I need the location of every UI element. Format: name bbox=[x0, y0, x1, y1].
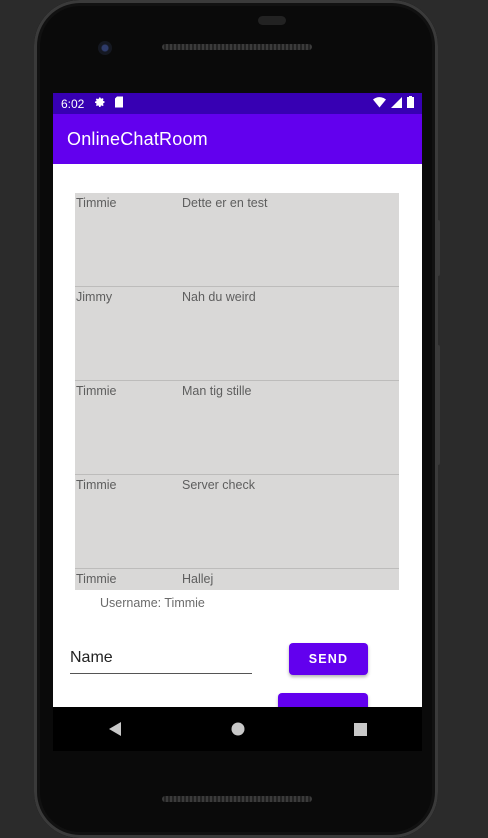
signal-icon bbox=[391, 96, 402, 111]
app-title: OnlineChatRoom bbox=[67, 128, 208, 149]
chat-row: Jimmy Nah du weird bbox=[75, 287, 399, 381]
refresh-button[interactable]: REFRESH bbox=[278, 693, 368, 707]
chat-row: Timmie Hallej bbox=[75, 569, 399, 590]
chat-row: Timmie Server check bbox=[75, 475, 399, 569]
wifi-icon bbox=[373, 96, 386, 111]
chat-message-list[interactable]: Timmie Dette er en test Jimmy Nah du wei… bbox=[75, 193, 399, 590]
chat-row-user: Timmie bbox=[76, 196, 117, 210]
chat-row-user: Timmie bbox=[76, 478, 117, 492]
power-button bbox=[436, 220, 440, 276]
name-input[interactable] bbox=[70, 645, 252, 674]
chat-row-message: Man tig stille bbox=[182, 384, 252, 398]
chat-row-message: Hallej bbox=[182, 572, 214, 586]
device-screen: 6:02 OnlineChatRoom Timmie Dette er en t… bbox=[53, 93, 422, 707]
send-button[interactable]: SEND bbox=[289, 643, 368, 675]
recents-icon[interactable] bbox=[341, 709, 381, 749]
home-icon[interactable] bbox=[218, 709, 258, 749]
username-label: Username: Timmie bbox=[100, 596, 205, 610]
status-time: 6:02 bbox=[61, 96, 85, 111]
chat-row: Timmie Dette er en test bbox=[75, 193, 399, 287]
back-icon[interactable] bbox=[95, 709, 135, 749]
navigation-bar bbox=[53, 707, 422, 751]
chat-row-message: Server check bbox=[182, 478, 255, 492]
volume-button bbox=[436, 345, 440, 465]
front-camera-icon bbox=[98, 41, 112, 55]
chat-row-message: Dette er en test bbox=[182, 196, 268, 210]
gear-icon bbox=[94, 96, 106, 111]
chat-row-user: Jimmy bbox=[76, 290, 113, 304]
chat-row-user: Timmie bbox=[76, 384, 117, 398]
status-bar: 6:02 bbox=[53, 93, 422, 114]
chat-row: Timmie Man tig stille bbox=[75, 381, 399, 475]
earpiece bbox=[258, 16, 286, 25]
top-speaker-grille bbox=[162, 44, 312, 50]
app-bar: OnlineChatRoom bbox=[53, 114, 422, 164]
battery-icon bbox=[407, 96, 414, 111]
chat-row-message: Nah du weird bbox=[182, 290, 256, 304]
sd-card-icon bbox=[114, 96, 124, 111]
chat-row-user: Timmie bbox=[76, 572, 117, 586]
bottom-speaker-grille bbox=[162, 796, 312, 802]
